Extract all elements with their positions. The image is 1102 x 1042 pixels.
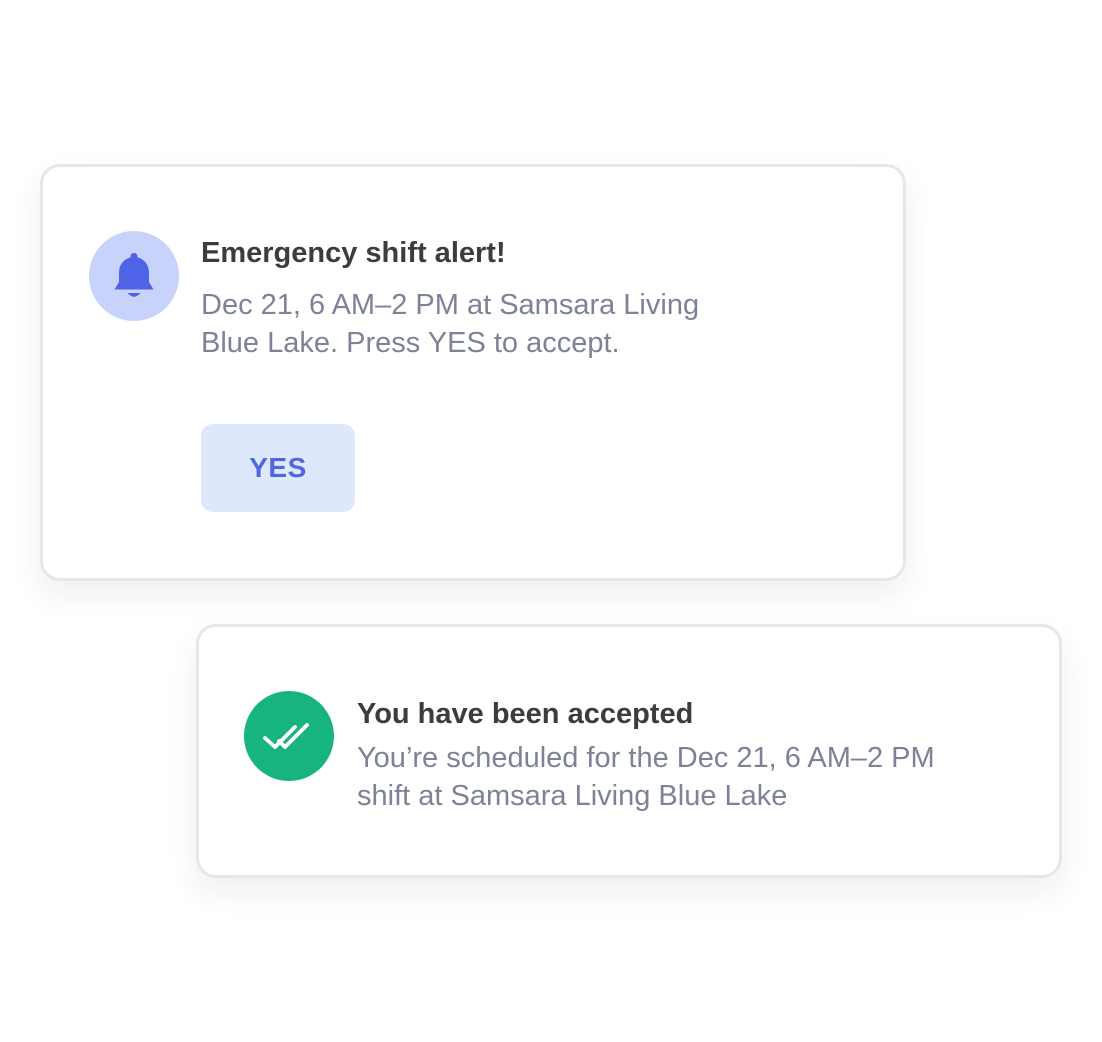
bell-icon: [89, 231, 179, 321]
yes-button[interactable]: YES: [201, 424, 355, 512]
accepted-message-line: You’re scheduled for the Dec 21, 6 AM–2 …: [357, 742, 935, 774]
alert-message: Dec 21, 6 AM–2 PM at Samsara Living Blue…: [201, 286, 781, 362]
accepted-message: You’re scheduled for the Dec 21, 6 AM–2 …: [357, 739, 1017, 815]
accepted-confirmation-card: You have been accepted You’re scheduled …: [196, 624, 1062, 878]
alert-message-line: Dec 21, 6 AM–2 PM at Samsara Living: [201, 289, 700, 321]
double-check-icon: [244, 691, 334, 781]
accepted-title: You have been accepted: [357, 698, 694, 730]
accepted-message-line: shift at Samsara Living Blue Lake: [357, 780, 788, 812]
emergency-shift-alert-card: Emergency shift alert! Dec 21, 6 AM–2 PM…: [40, 164, 906, 581]
alert-title: Emergency shift alert!: [201, 237, 506, 269]
alert-message-line: Blue Lake. Press YES to accept.: [201, 327, 620, 359]
